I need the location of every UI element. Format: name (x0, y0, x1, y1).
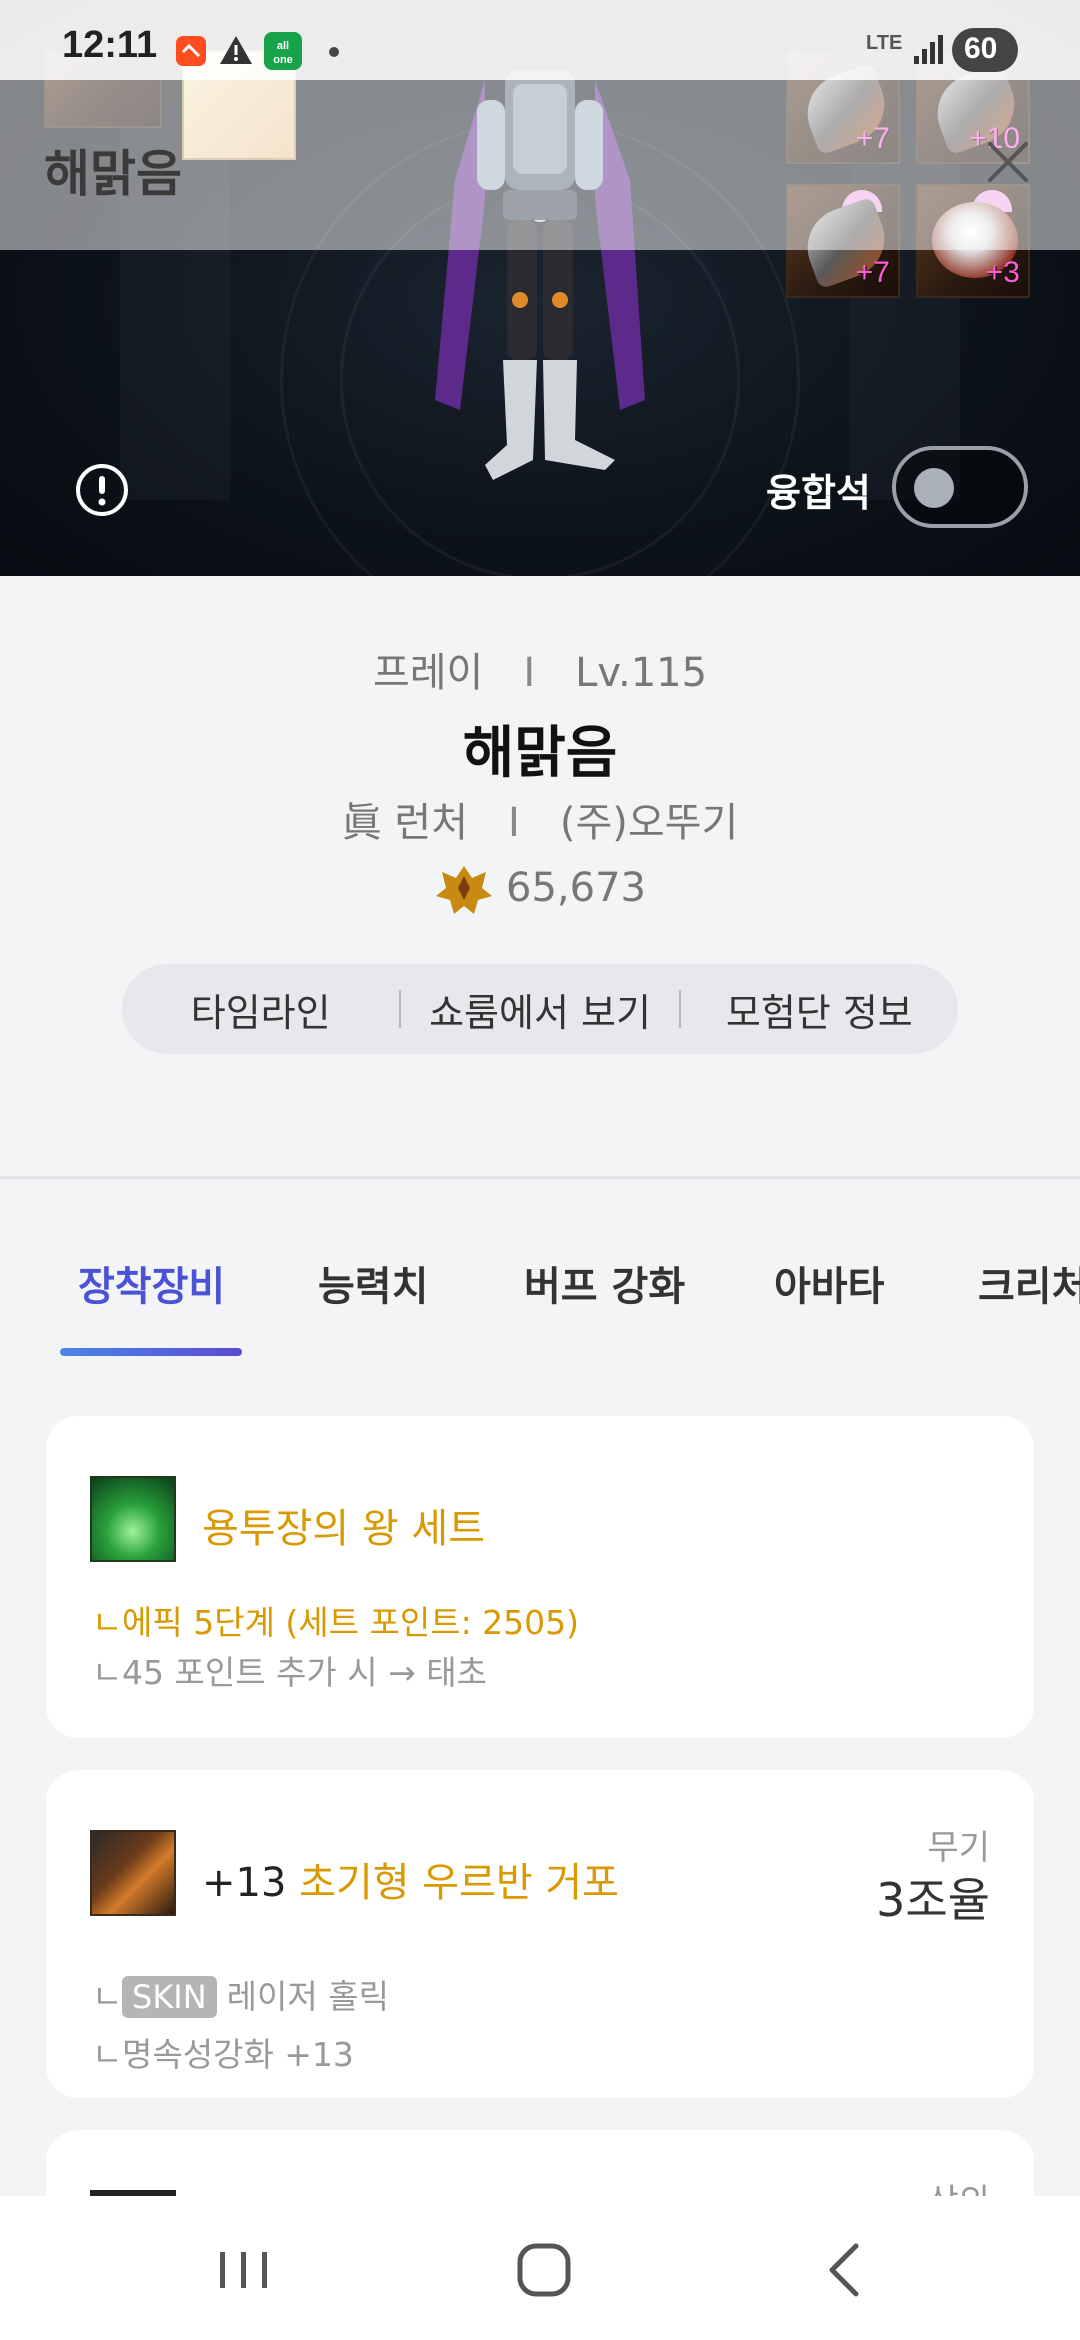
weapon-icon (90, 1830, 176, 1916)
warning-icon (220, 36, 252, 64)
slot-reinforce-level: +7 (855, 256, 890, 289)
title-guild-line: 眞 런처 I (주)오뚜기 (0, 790, 1080, 848)
equipment-slot-type: 무기 (927, 1828, 990, 1868)
fusion-stone-toggle[interactable] (892, 446, 1028, 528)
slot-reinforce-level: +3 (985, 256, 1020, 289)
weapon-rate: 3조율 (876, 1873, 990, 1927)
close-icon[interactable] (978, 132, 1038, 192)
fame-crest-icon (436, 866, 493, 914)
job-name: 프레이 (372, 650, 484, 696)
battery-icon: 60 (952, 28, 1018, 72)
weapon-enchant: ㄴ명속성강화 +13 (92, 2035, 354, 2074)
active-tab-indicator (60, 1348, 242, 1356)
toggle-knob (914, 468, 954, 508)
skin-name: 레이저 홀릭 (226, 1977, 389, 2016)
set-effect-card[interactable]: 용투장의 왕 세트 ㄴ에픽 5단계 (세트 포인트: 2505) ㄴ45 포인트… (46, 1416, 1034, 1738)
info-circle-icon[interactable] (74, 462, 130, 518)
weapon-title: +13 초기형 우르반 거포 (202, 1850, 619, 1908)
set-name: 용투장의 왕 세트 (202, 1506, 486, 1552)
network-type: LTE (866, 32, 903, 54)
skin-badge: SKIN (122, 1976, 217, 2018)
notification-dot-icon (329, 47, 339, 57)
set-tier: ㄴ에픽 5단계 (세트 포인트: 2505) (92, 1603, 580, 1642)
signal-icon (914, 35, 943, 64)
guild-name: (주)오뚜기 (559, 800, 739, 846)
weapon-card[interactable]: +13 초기형 우르반 거포 무기 3조율 ㄴ SKIN 레이저 홀릭 ㄴ명속성강화… (46, 1770, 1034, 2098)
svg-text:all: all (277, 40, 289, 52)
svg-text:one: one (273, 54, 293, 66)
timeline-button[interactable]: 타임라인 (122, 982, 399, 1037)
fusion-stone-label: 융합석 (766, 471, 871, 515)
character-detail-page: +7 +10 +7 +3 융합석 해맑음 (0, 0, 1080, 2340)
separator: I (523, 650, 536, 696)
status-bar: 12:11 all one LTE 60 (0, 0, 1080, 80)
job-level-line: 프레이 I Lv.115 (0, 640, 1080, 698)
tab-equipment[interactable]: 장착장비 (78, 1254, 225, 1312)
set-emblem-icon (90, 1476, 176, 1562)
tab-creature[interactable]: 크리처 (978, 1254, 1080, 1312)
weapon-reinforce: +13 (202, 1860, 287, 1906)
status-time: 12:11 (62, 24, 158, 66)
character-name: 해맑음 (462, 721, 618, 786)
back-icon[interactable] (808, 2230, 888, 2310)
weapon-name: 초기형 우르반 거포 (299, 1860, 619, 1906)
recents-icon[interactable] (204, 2230, 284, 2310)
tab-avatar[interactable]: 아바타 (774, 1254, 884, 1312)
tab-stats[interactable]: 능력치 (318, 1254, 428, 1312)
showroom-button[interactable]: 쇼룸에서 보기 (401, 982, 678, 1037)
system-navigation-bar (0, 2196, 1080, 2340)
character-title: 眞 런처 (341, 800, 469, 846)
section-divider (0, 1176, 1080, 1179)
separator: I (508, 800, 520, 846)
adventure-group-button[interactable]: 모험단 정보 (681, 982, 958, 1037)
all-one-app-icon: all one (264, 32, 302, 70)
battery-level: 60 (964, 32, 998, 65)
detail-tabs: 장착장비 능력치 버프 강화 아바타 크리처 (0, 1240, 1080, 1360)
set-next-tier: ㄴ45 포인트 추가 시 → 태초 (92, 1653, 487, 1692)
home-icon[interactable] (504, 2230, 584, 2310)
header-character-name: 해맑음 (44, 146, 182, 202)
fame-value: 65,673 (506, 865, 646, 911)
weapon-skin: ㄴ SKIN 레이저 홀릭 (92, 1976, 389, 2018)
character-level: Lv.115 (575, 650, 708, 696)
fame-line: 65,673 (0, 862, 1080, 918)
tab-buff-enhance[interactable]: 버프 강화 (524, 1254, 685, 1312)
notification-app-icon (176, 36, 206, 66)
profile-links: 타임라인 쇼룸에서 보기 모험단 정보 (122, 964, 958, 1054)
